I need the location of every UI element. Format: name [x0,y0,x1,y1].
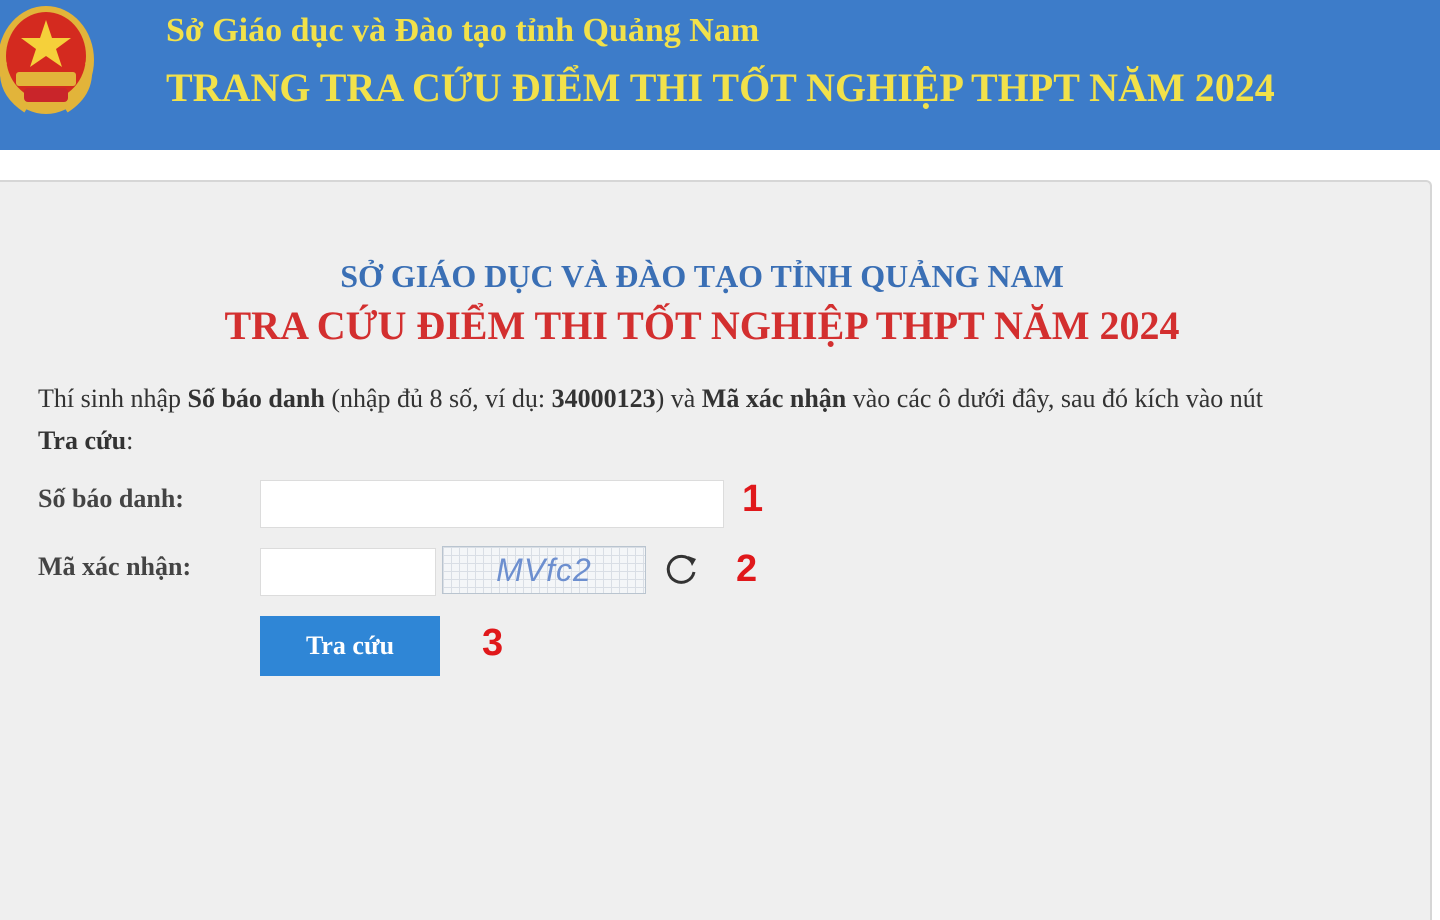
step-marker-1: 1 [742,478,764,520]
instruction-part: vào các ô dưới đây, sau đó kích vào nút [846,384,1264,413]
instruction-part: (nhập đủ 8 số, ví dụ: [324,384,552,413]
panel-title: TRA CỨU ĐIỂM THI TỐT NGHIỆP THPT NĂM 202… [224,303,1180,348]
lookup-panel: SỞ GIÁO DỤC VÀ ĐÀO TẠO TỈNH QUẢNG NAM TR… [0,180,1432,920]
captcha-input[interactable] [260,548,436,596]
instruction-text: Thí sinh nhập Số báo danh (nhập đủ 8 số,… [38,378,1378,462]
instruction-part: Thí sinh nhập [38,384,188,413]
instruction-bold: Số báo danh [187,384,325,413]
lookup-submit-button[interactable]: Tra cứu [260,616,440,676]
national-emblem-icon [0,6,94,114]
sbd-input[interactable] [260,480,724,528]
header-department-name: Sở Giáo dục và Đào tạo tỉnh Quảng Nam [166,12,760,49]
step-marker-2: 2 [736,548,758,590]
panel-org-name: SỞ GIÁO DỤC VÀ ĐÀO TẠO TỈNH QUẢNG NAM [340,258,1064,294]
captcha-label: Mã xác nhận: [38,552,192,581]
captcha-image: MVfc2 [442,546,646,594]
header-page-title: TRANG TRA CỨU ĐIỂM THI TỐT NGHIỆP THPT N… [166,65,1275,110]
site-header: Sở Giáo dục và Đào tạo tỉnh Quảng Nam TR… [0,0,1440,150]
instruction-bold: 34000123 [551,384,656,413]
instruction-bold: Tra cứu [38,426,127,455]
instruction-part: ) và [655,384,702,413]
step-marker-3: 3 [482,622,504,664]
instruction-bold: Mã xác nhận [701,384,847,413]
refresh-icon[interactable] [662,550,700,588]
sbd-label: Số báo danh: [38,484,184,513]
instruction-part: : [126,426,134,455]
